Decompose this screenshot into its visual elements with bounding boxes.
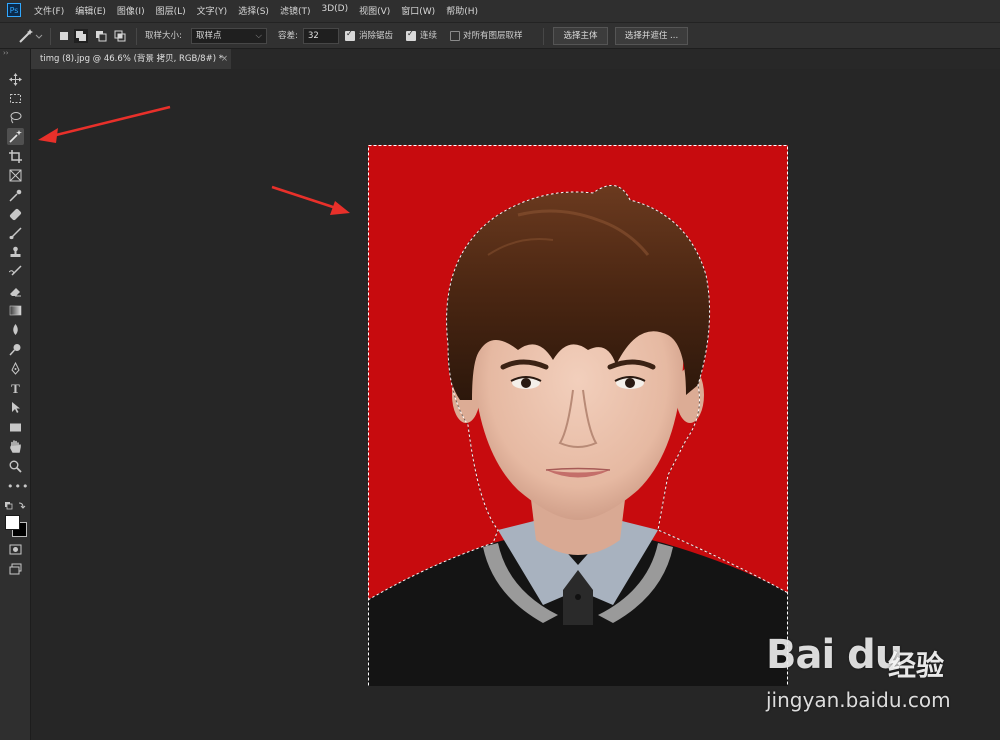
intersect-selection-icon[interactable] <box>113 29 127 43</box>
sample-size-label: 取样大小: <box>145 31 182 41</box>
marquee-tool-icon[interactable] <box>7 90 24 107</box>
sample-all-layers-label: 对所有图层取样 <box>463 31 523 41</box>
menu-bar: Ps 文件(F) 编辑(E) 图像(I) 图层(L) 文字(Y) 选择(S) 滤… <box>0 0 1000 22</box>
menu-items: 文件(F) 编辑(E) 图像(I) 图层(L) 文字(Y) 选择(S) 滤镜(T… <box>34 4 478 17</box>
lasso-tool-icon[interactable] <box>7 109 24 126</box>
menu-edit[interactable]: 编辑(E) <box>75 4 106 17</box>
eyedropper-tool-icon[interactable] <box>7 187 24 204</box>
pen-tool-icon[interactable] <box>7 360 24 377</box>
frame-tool-icon[interactable] <box>7 167 24 184</box>
menu-window[interactable]: 窗口(W) <box>401 4 435 17</box>
history-brush-tool-icon[interactable] <box>7 263 24 280</box>
zoom-tool-icon[interactable] <box>7 458 24 475</box>
gradient-tool-icon[interactable] <box>7 302 24 319</box>
document-tab-bar: timg (8).jpg @ 46.6% (背景 拷贝, RGB/8#) * × <box>31 49 1000 69</box>
sample-size-value: 取样点 <box>196 31 222 41</box>
close-icon[interactable]: × <box>221 49 228 69</box>
collapse-panel-icon[interactable]: ›› <box>3 49 9 57</box>
quick-mask-icon[interactable] <box>7 541 24 558</box>
magic-wand-icon <box>19 29 43 43</box>
contiguous-checkbox[interactable] <box>406 29 416 41</box>
rectangle-tool-icon[interactable] <box>7 419 24 436</box>
document-image[interactable] <box>368 145 788 686</box>
move-tool-icon[interactable] <box>7 71 24 88</box>
dodge-tool-icon[interactable] <box>7 341 24 358</box>
sample-all-layers-checkbox[interactable] <box>450 31 460 41</box>
menu-file[interactable]: 文件(F) <box>34 4 64 17</box>
tolerance-input[interactable]: 32 <box>303 28 339 44</box>
watermark-logo: Bai du <box>766 632 903 678</box>
healing-brush-tool-icon[interactable] <box>7 206 24 223</box>
watermark-name: 经验 <box>888 649 945 682</box>
subtract-from-selection-icon[interactable] <box>94 29 108 43</box>
eraser-tool-icon[interactable] <box>7 283 24 300</box>
screen-mode-icon[interactable] <box>7 561 24 578</box>
options-separator <box>50 28 51 45</box>
menu-image[interactable]: 图像(I) <box>117 4 145 17</box>
menu-type[interactable]: 文字(Y) <box>197 4 228 17</box>
options-separator <box>136 28 137 45</box>
swap-colors-icon[interactable] <box>4 501 28 511</box>
document-tab[interactable]: timg (8).jpg @ 46.6% (背景 拷贝, RGB/8#) * × <box>31 49 231 69</box>
path-selection-tool-icon[interactable] <box>7 399 24 416</box>
menu-layer[interactable]: 图层(L) <box>156 4 186 17</box>
blur-tool-icon[interactable] <box>7 321 24 338</box>
menu-3d[interactable]: 3D(D) <box>321 4 348 17</box>
antialias-label: 消除锯齿 <box>359 31 394 41</box>
menu-filter[interactable]: 滤镜(T) <box>280 4 311 17</box>
sample-size-select[interactable]: 取样点 ⌵ <box>191 28 267 44</box>
add-to-selection-icon[interactable] <box>74 29 88 43</box>
magic-wand-tool-icon[interactable] <box>7 128 24 145</box>
tolerance-label: 容差: <box>278 31 298 41</box>
hand-tool-icon[interactable] <box>7 438 24 455</box>
brush-tool-icon[interactable] <box>7 225 24 242</box>
color-swatches[interactable] <box>4 514 28 537</box>
menu-view[interactable]: 视图(V) <box>359 4 390 17</box>
more-tools-icon[interactable]: ••• <box>7 478 28 495</box>
menu-select[interactable]: 选择(S) <box>238 4 269 17</box>
select-subject-button[interactable]: 选择主体 <box>553 27 608 45</box>
select-and-mask-button[interactable]: 选择并遮住 ... <box>615 27 688 45</box>
photoshop-logo: Ps <box>7 3 21 17</box>
baidu-jingyan-watermark: Bai du 经验 jingyan.baidu.com <box>766 632 956 722</box>
tool-preset-picker[interactable] <box>16 27 44 45</box>
type-tool-icon[interactable]: T <box>7 380 24 397</box>
options-bar: 取样大小: 取样点 ⌵ 容差: 32 消除锯齿 连续 对所有图层取样 选择主体 … <box>0 22 1000 49</box>
portrait-photo <box>368 145 788 686</box>
options-separator <box>543 28 544 45</box>
watermark-url: jingyan.baidu.com <box>766 688 951 712</box>
crop-tool-icon[interactable] <box>7 148 24 165</box>
foreground-color-swatch[interactable] <box>5 515 20 530</box>
document-tab-title: timg (8).jpg @ 46.6% (背景 拷贝, RGB/8#) * <box>40 54 223 64</box>
clone-stamp-tool-icon[interactable] <box>7 244 24 261</box>
tools-panel: ›› T ••• <box>0 49 31 740</box>
contiguous-label: 连续 <box>420 31 438 41</box>
new-selection-icon[interactable] <box>57 29 71 43</box>
menu-help[interactable]: 帮助(H) <box>446 4 478 17</box>
antialias-checkbox[interactable] <box>345 29 355 41</box>
chevron-down-icon: ⌵ <box>255 31 262 41</box>
